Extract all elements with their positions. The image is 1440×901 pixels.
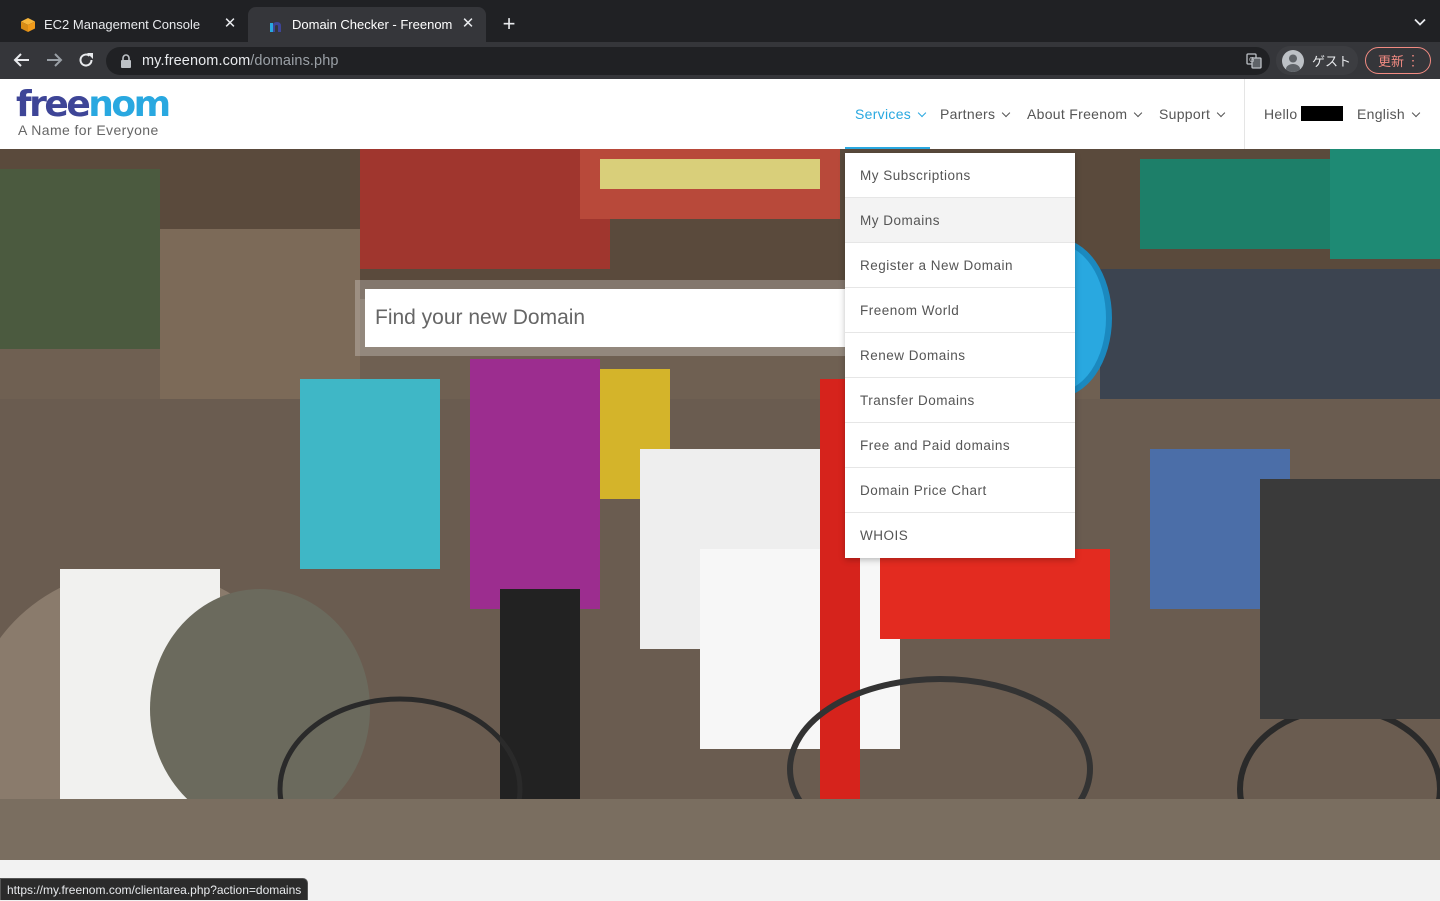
hero-background-photo <box>0 149 1440 860</box>
url-text: my.freenom.com/domains.php <box>142 53 339 69</box>
logo-part1: free <box>16 84 91 125</box>
browser-tab-title: Domain Checker - Freenom <box>292 17 453 32</box>
freenom-n-icon <box>270 21 281 32</box>
chevron-down-icon <box>1216 108 1226 118</box>
hero-section <box>0 149 1440 860</box>
chevron-down-icon <box>1134 108 1143 118</box>
domain-search-box <box>355 280 845 356</box>
profile-button[interactable]: ゲスト <box>1276 46 1358 75</box>
menu-item-domain-price-chart[interactable]: Domain Price Chart <box>845 468 1075 513</box>
browser-tab-bar: EC2 Management Console ✕ Domain Checker … <box>0 0 1440 42</box>
menu-item-my-subscriptions[interactable]: My Subscriptions <box>845 153 1075 198</box>
site-header: freenom A Name for Everyone Services Par… <box>0 79 1440 150</box>
browser-tab-title: EC2 Management Console <box>44 17 201 32</box>
translate-icon[interactable]: G <box>1246 53 1262 69</box>
menu-item-renew-domains[interactable]: Renew Domains <box>845 333 1075 378</box>
close-tab-icon[interactable]: ✕ <box>222 16 238 32</box>
update-button[interactable]: 更新 ⋮ <box>1365 47 1431 74</box>
url-path: /domains.php <box>250 53 339 69</box>
logo-tagline: A Name for Everyone <box>18 122 159 138</box>
svg-text:G: G <box>1249 56 1254 64</box>
close-tab-icon[interactable]: ✕ <box>460 16 476 32</box>
more-menu-icon[interactable]: ⋮ <box>1406 52 1420 68</box>
link-status-bar: https://my.freenom.com/clientarea.php?ac… <box>0 878 309 900</box>
browser-tab-ec2[interactable]: EC2 Management Console ✕ <box>0 7 248 42</box>
hello-label: Hello <box>1264 106 1298 122</box>
menu-item-transfer-domains[interactable]: Transfer Domains <box>845 378 1075 423</box>
back-arrow-icon[interactable] <box>12 50 32 70</box>
lock-icon <box>121 54 131 68</box>
nav-divider <box>1244 79 1245 149</box>
tab-search-chevron-icon[interactable] <box>1414 16 1426 28</box>
chevron-down-icon <box>917 108 927 118</box>
nav-support-label: Support <box>1159 106 1211 122</box>
domain-search-input[interactable] <box>365 289 845 347</box>
reload-icon[interactable] <box>76 50 96 70</box>
nav-support[interactable]: Support <box>1159 106 1226 122</box>
profile-label: ゲスト <box>1312 54 1352 69</box>
nav-partners-label: Partners <box>940 106 996 122</box>
nav-about-label: About Freenom <box>1027 106 1128 122</box>
avatar-icon <box>1282 49 1304 72</box>
address-bar[interactable]: my.freenom.com/domains.php G <box>106 47 1270 75</box>
nav-about[interactable]: About Freenom <box>1027 106 1143 122</box>
chevron-down-icon <box>1411 108 1421 118</box>
menu-item-register-domain[interactable]: Register a New Domain <box>845 243 1075 288</box>
redacted-username <box>1301 106 1344 121</box>
chevron-down-icon <box>1002 108 1011 118</box>
update-label: 更新 <box>1378 54 1405 69</box>
services-dropdown-menu: My Subscriptions My Domains Register a N… <box>845 153 1075 558</box>
forward-arrow-icon[interactable] <box>44 50 64 70</box>
browser-tab-freenom[interactable]: Domain Checker - Freenom ✕ <box>248 7 486 42</box>
menu-item-whois[interactable]: WHOIS <box>845 513 1075 558</box>
logo-part2: nom <box>88 84 171 125</box>
nav-language[interactable]: English <box>1357 106 1421 122</box>
aws-cube-icon <box>21 17 35 32</box>
nav-services[interactable]: Services <box>855 106 927 122</box>
menu-item-my-domains[interactable]: My Domains <box>845 198 1075 243</box>
menu-item-free-paid-domains[interactable]: Free and Paid domains <box>845 423 1075 468</box>
nav-services-label: Services <box>855 106 912 122</box>
new-tab-icon[interactable]: + <box>498 13 520 35</box>
nav-user-greeting[interactable]: Hello <box>1264 106 1344 122</box>
nav-partners[interactable]: Partners <box>940 106 1011 122</box>
menu-item-freenom-world[interactable]: Freenom World <box>845 288 1075 333</box>
language-label: English <box>1357 106 1406 122</box>
url-host: my.freenom.com <box>142 53 251 69</box>
browser-toolbar: my.freenom.com/domains.php G ゲスト 更新 ⋮ <box>0 42 1440 79</box>
freenom-logo[interactable]: freenom A Name for Everyone <box>16 84 171 139</box>
